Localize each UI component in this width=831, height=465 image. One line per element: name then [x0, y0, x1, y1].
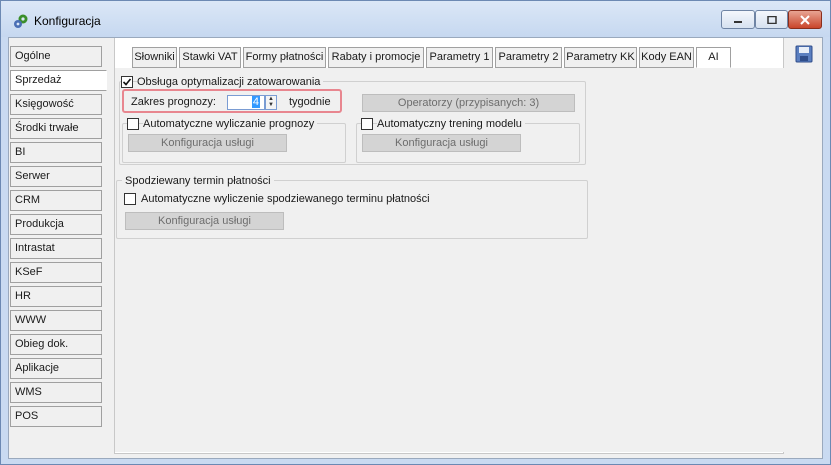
sidebar-item-serwer-wydrukow[interactable]: Serwer wydruków	[10, 166, 102, 201]
auto-training-config-button[interactable]: Konfiguracja usługi	[362, 134, 521, 152]
gears-icon	[14, 14, 28, 28]
sidebar-item-crm[interactable]: CRM	[10, 190, 102, 211]
tab-stawki-vat[interactable]: Stawki VAT	[179, 47, 241, 68]
forecast-range-label: Zakres prognozy:	[131, 96, 216, 108]
checkmark-icon	[122, 78, 132, 86]
title-bar[interactable]: Konfiguracja	[1, 1, 830, 37]
forecast-range-value: 4	[251, 96, 260, 108]
close-icon	[800, 14, 810, 25]
tab-parametry-1[interactable]: Parametry 1	[426, 47, 493, 68]
payment-auto-checkbox[interactable]	[124, 193, 136, 205]
tab-parametry-2[interactable]: Parametry 2	[495, 47, 562, 68]
sidebar-item-pos[interactable]: POS	[10, 406, 102, 427]
close-button[interactable]	[788, 10, 822, 29]
sidebar-item-produkcja[interactable]: Produkcja	[10, 214, 102, 235]
sidebar-item-aplikacje[interactable]: Aplikacje	[10, 358, 102, 379]
sidebar-item-intrastat[interactable]: Intrastat	[10, 238, 102, 259]
sidebar-item-ogolne[interactable]: Ogólne	[10, 46, 102, 67]
sidebar-item-sprzedaz[interactable]: Sprzedaż	[10, 70, 107, 91]
minimize-icon	[734, 20, 742, 23]
tab-kody-ean[interactable]: Kody EAN	[639, 47, 694, 68]
payment-auto-label: Automatyczne wyliczenie spodziewanego te…	[141, 193, 430, 205]
auto-training-label: Automatyczny trening modelu	[377, 118, 525, 130]
tab-formy-platnosci[interactable]: Formy płatności	[243, 47, 326, 68]
auto-forecast-checkbox[interactable]	[127, 118, 139, 130]
forecast-unit-label: tygodnie	[289, 96, 331, 108]
maximize-button[interactable]	[755, 10, 788, 29]
tab-parametry-kk[interactable]: Parametry KK	[564, 47, 637, 68]
save-icon	[795, 45, 813, 63]
operators-button[interactable]: Operatorzy (przypisanych: 3)	[362, 94, 575, 112]
payment-term-group-title: Spodziewany termin płatności	[122, 175, 274, 187]
payment-config-button[interactable]: Konfiguracja usługi	[125, 212, 284, 230]
minimize-button[interactable]	[721, 10, 755, 29]
maximize-icon	[766, 15, 777, 24]
optimization-checkbox[interactable]	[121, 76, 133, 88]
sidebar-item-www[interactable]: WWW	[10, 310, 102, 331]
sidebar-item-obieg-dok[interactable]: Obieg dok.	[10, 334, 102, 355]
tab-slowniki[interactable]: Słowniki	[132, 47, 177, 68]
sidebar-item-wms[interactable]: WMS	[10, 382, 102, 403]
sidebar-item-ksef[interactable]: KSeF	[10, 262, 102, 283]
optimization-label: Obsługa optymalizacji zatowarowania	[137, 76, 324, 88]
sidebar-item-bi[interactable]: BI	[10, 142, 102, 163]
forecast-range-input[interactable]: 4	[227, 95, 265, 110]
chevron-down-icon[interactable]: ▼	[266, 102, 276, 108]
auto-forecast-label: Automatyczne wyliczanie prognozy	[143, 118, 318, 130]
sidebar-item-ksiegowosc[interactable]: Księgowość	[10, 94, 102, 115]
configuration-window: Konfiguracja Ogólne Sprzedaż Księgowość …	[0, 0, 831, 465]
save-button[interactable]	[794, 44, 814, 64]
sidebar-item-hr[interactable]: HR	[10, 286, 102, 307]
tab-ai[interactable]: AI	[696, 47, 731, 68]
sidebar-item-srodki-trwale[interactable]: Środki trwałe	[10, 118, 102, 139]
auto-training-checkbox[interactable]	[361, 118, 373, 130]
window-title: Konfiguracja	[34, 14, 101, 28]
forecast-range-stepper[interactable]: ▲ ▼	[265, 95, 277, 110]
auto-forecast-config-button[interactable]: Konfiguracja usługi	[128, 134, 287, 152]
tab-rabaty-i-promocje[interactable]: Rabaty i promocje	[328, 47, 424, 68]
payment-term-group	[116, 180, 588, 239]
